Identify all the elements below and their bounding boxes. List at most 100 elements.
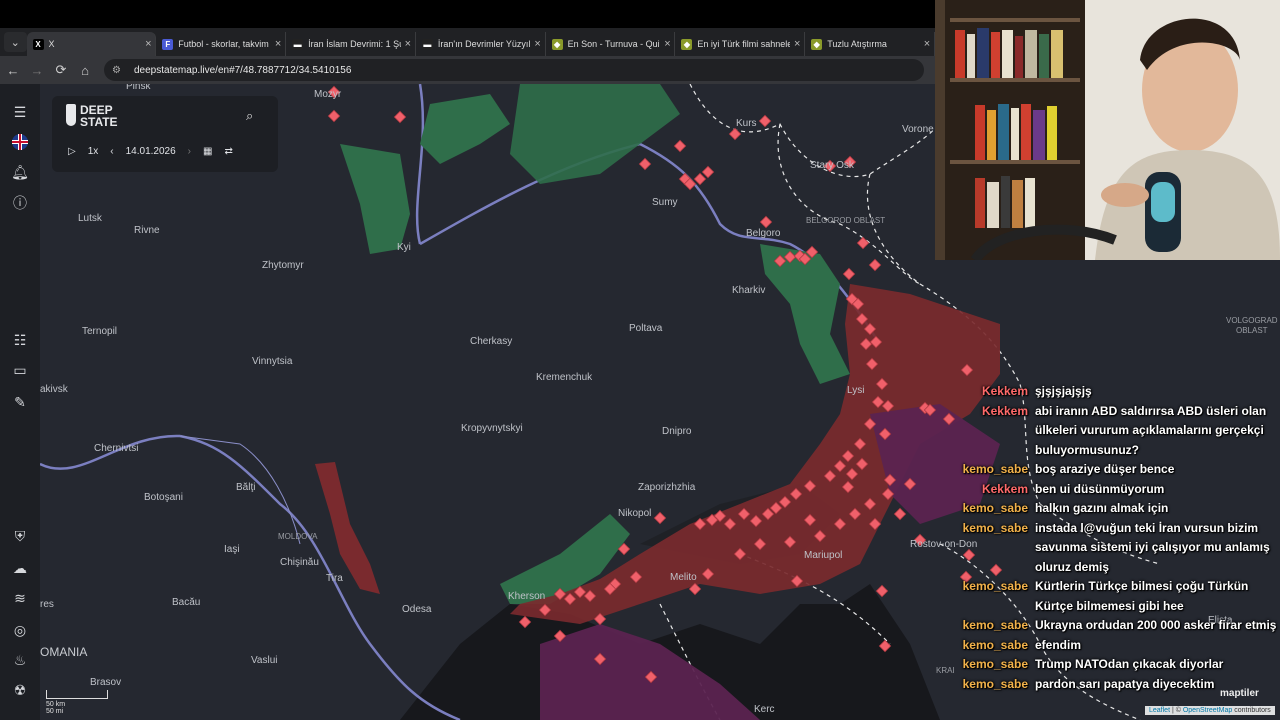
chat-message: Kekkem abi iranın ABD saldırırsa ABD üsle… [960,402,1278,461]
battle-marker[interactable] [759,215,773,229]
fire-icon[interactable]: ♨ [8,648,32,672]
osm-link[interactable]: OpenStreetMap [1183,707,1232,714]
label-vaslui: Vaslui [251,655,278,666]
target-icon[interactable]: ◎ [8,618,32,642]
tab-5[interactable]: ◆ En iyi Türk filmi sahneleri × [675,32,806,56]
battle-marker[interactable] [653,511,667,525]
tab-favicon-icon: ▬ [292,38,304,50]
site-info-icon[interactable]: ⚙ [112,65,128,76]
tab-close-icon[interactable]: × [531,38,545,50]
tab-title: X [48,39,55,49]
battle-marker[interactable] [856,236,870,250]
label-kharkiv: Kharkiv [732,285,766,296]
draw-icon[interactable]: ✎ [8,390,32,414]
leaflet-link[interactable]: Leaflet [1149,707,1170,714]
battle-marker[interactable] [875,584,889,598]
forward-icon[interactable]: → [26,59,48,81]
battle-marker[interactable] [693,172,707,186]
label-stary-oskol: Stary Osk [810,160,854,171]
radiation-icon[interactable]: ☢ [8,678,32,702]
battle-marker[interactable] [638,157,652,171]
label-res: res [40,599,54,610]
label-kerch: Kerc [754,704,775,715]
reload-icon[interactable]: ⟳ [50,59,72,81]
battle-marker[interactable] [868,258,882,272]
label-vinnytsia: Vinnytsia [252,356,293,367]
tab-favicon-icon: X [32,38,44,50]
cloud-icon[interactable]: ☁ [8,556,32,580]
green-area-north-1 [340,144,410,254]
prev-date-icon[interactable]: ‹ [110,146,113,157]
speaker-light [1151,182,1175,222]
tab-close-icon[interactable]: × [920,38,934,50]
chat-username: kemo_sabe [962,520,1028,535]
chat-username: kemo_sabe [962,579,1028,593]
info-icon[interactable]: ⓘ [8,191,32,215]
tab-1[interactable]: F Futbol - skorlar, takvim & × [156,32,287,56]
chat-username: kemo_sabe [962,657,1028,671]
home-icon[interactable]: ⌂ [74,59,96,81]
label-voronezh: Vorone [902,124,934,135]
tab-6[interactable]: ◆ Tuzlu Atıştırma × [805,32,935,56]
battle-marker[interactable] [893,507,907,521]
address-bar[interactable]: ⚙ deepstatemap.live/en#7/48.7887712/34.5… [104,59,924,81]
tab-strip: ⌄ X X × F Futbol - skorlar, takvim & × ▬ İran İ… [0,28,935,56]
ruler-icon[interactable]: ▭ [8,358,32,382]
tab-close-icon[interactable]: × [271,38,285,50]
label-nikopol: Nikopol [618,508,652,519]
battle-marker[interactable] [758,114,772,128]
tab-favicon-icon: ◆ [681,38,693,50]
tab-close-icon[interactable]: × [790,38,804,50]
filters-icon[interactable]: ☷ [8,328,32,352]
menu-icon[interactable]: ☰ [8,100,32,124]
calendar-icon[interactable]: ▦ [203,146,212,157]
label-kropyvnytskyi: Kropyvnytskyi [461,423,523,434]
label-pinsk: Pinsk [126,84,151,92]
label-cherkasy: Cherkasy [470,336,513,347]
attribution-contributors: contributors [1234,707,1271,714]
tab-search-dropdown[interactable]: ⌄ [4,32,27,52]
green-area-north-2 [420,94,510,164]
chat-text: Trump NATOdan çıkacak diyorlar [1035,657,1224,671]
units-icon[interactable]: ⛨ [8,524,32,548]
play-icon[interactable]: ▷ [68,146,76,157]
tab-3[interactable]: ▬ İran'ın Devrimler Yüzyılı &× [416,32,546,56]
compare-icon[interactable]: ⇄ [224,146,232,157]
label-botosani: Botoşani [144,492,183,503]
map-scale: 50 km 50 mi [46,690,108,715]
logo-line2: STATE [80,115,118,129]
uk-flag-icon[interactable] [8,130,32,154]
battle-marker[interactable] [728,127,742,141]
date-display[interactable]: 14.01.2026 [126,146,176,157]
chat-username: kemo_sabe [962,462,1028,476]
tab-title: En Son - Turnuva - Quizei [567,39,661,49]
tab-close-icon[interactable]: × [141,38,155,50]
battle-marker[interactable] [393,110,407,124]
back-icon[interactable]: ← [2,59,24,81]
label-moldova: MOLDOVA [278,532,318,541]
tab-4[interactable]: ◆ En Son - Turnuva - Quizei× [546,32,676,56]
tab-close-icon[interactable]: × [660,38,674,50]
tornado-icon[interactable]: ≋ [8,586,32,610]
tab-close-icon[interactable]: × [401,38,415,50]
transnistria [315,462,380,594]
label-sumy: Sumy [652,197,678,208]
battle-marker[interactable] [842,267,856,281]
tab-0[interactable]: X X × [26,32,157,56]
search-icon[interactable]: ⌕ [246,108,262,124]
notifications-icon[interactable]: 🔔︎ [8,160,32,184]
battle-marker[interactable] [327,109,341,123]
deepstate-logo[interactable]: DEEP STATE [66,104,118,128]
tab-2[interactable]: ▬ İran İslam Devrimi: 1 Şuba× [286,32,416,56]
chat-username: kemo_sabe [962,501,1028,515]
battle-marker[interactable] [701,165,715,179]
next-date-icon[interactable]: › [188,146,191,157]
tab-title: İran İslam Devrimi: 1 Şuba [308,39,401,49]
hand [1101,183,1149,207]
tab-title: En iyi Türk filmi sahneleri [697,39,791,49]
label-tiraspol: Tira [326,573,343,584]
chat-message: kemo_sabe Ukrayna ordudan 200 000 asker f… [960,616,1278,636]
speed-button[interactable]: 1x [88,146,99,157]
shield-logo-icon [66,104,76,126]
battle-marker[interactable] [673,139,687,153]
